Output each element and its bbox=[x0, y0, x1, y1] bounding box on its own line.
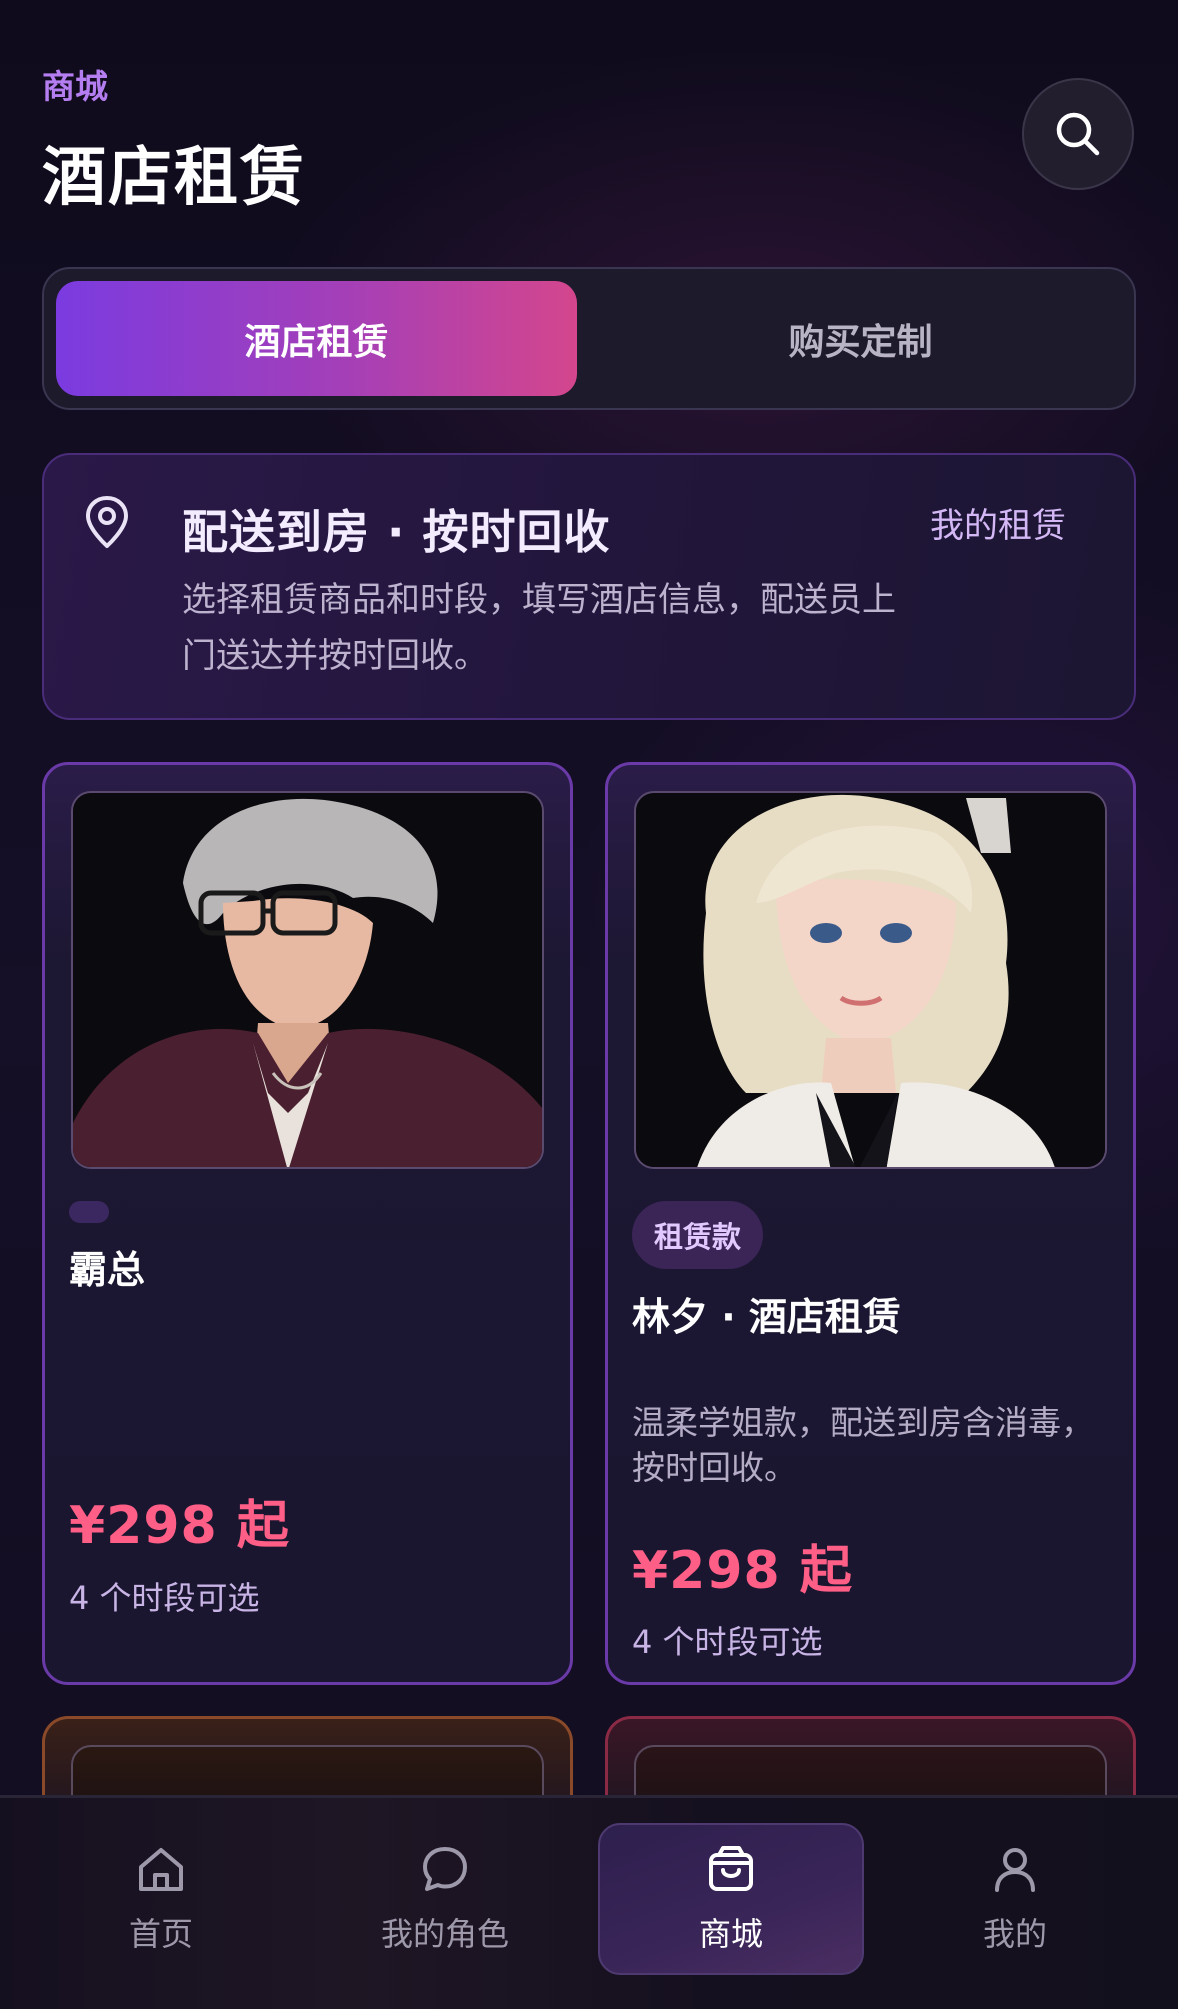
page-title: 酒店租赁 bbox=[42, 141, 306, 215]
search-icon bbox=[1056, 112, 1100, 156]
nav-label: 商城 bbox=[698, 1915, 763, 1953]
product-slots: 4 个时段可选 bbox=[69, 1579, 260, 1617]
user-icon bbox=[995, 1848, 1035, 1892]
chat-bubble-icon bbox=[423, 1847, 467, 1891]
tab-purchase-custom[interactable]: 购买定制 bbox=[600, 281, 1121, 396]
home-icon bbox=[139, 1848, 183, 1891]
nav-my-characters[interactable]: 我的角色 bbox=[312, 1823, 578, 1975]
product-description: 温柔学姐款，配送到房含消毒，按时回收。 bbox=[632, 1403, 1094, 1487]
search-button[interactable] bbox=[1022, 78, 1134, 190]
location-pin-icon bbox=[86, 496, 128, 548]
nav-label: 我的 bbox=[982, 1915, 1047, 1953]
product-name: 霸总 bbox=[69, 1248, 146, 1292]
product-slots: 4 个时段可选 bbox=[632, 1623, 823, 1661]
nav-shop[interactable]: 商城 bbox=[598, 1823, 864, 1975]
tab-hotel-rental[interactable]: 酒店租赁 bbox=[56, 281, 577, 396]
section-eyebrow: 商城 bbox=[42, 67, 108, 106]
product-badge: 租赁款 bbox=[632, 1201, 764, 1269]
product-badge bbox=[69, 1201, 109, 1223]
product-card[interactable]: 霸总 ¥298 起 4 个时段可选 bbox=[42, 762, 573, 1685]
nav-label: 首页 bbox=[128, 1915, 193, 1953]
product-price: ¥298 起 bbox=[632, 1541, 853, 1601]
product-price: ¥298 起 bbox=[69, 1496, 290, 1556]
banner-description: 选择租赁商品和时段，填写酒店信息，配送员上门送达并按时回收。 bbox=[182, 580, 896, 676]
shopping-bag-icon bbox=[709, 1846, 753, 1891]
nav-label: 我的角色 bbox=[380, 1915, 509, 1953]
product-card[interactable]: 租赁款 林夕 · 酒店租赁 温柔学姐款，配送到房含消毒，按时回收。 ¥298 起… bbox=[605, 762, 1136, 1685]
banner-title: 配送到房 · 按时回收 bbox=[182, 505, 611, 559]
product-image bbox=[71, 791, 544, 1169]
product-name: 林夕 · 酒店租赁 bbox=[632, 1295, 901, 1339]
product-image bbox=[634, 791, 1107, 1169]
nav-me[interactable]: 我的 bbox=[882, 1823, 1148, 1975]
nav-home[interactable]: 首页 bbox=[28, 1823, 294, 1975]
my-rentals-link[interactable]: 我的租赁 bbox=[930, 498, 1066, 547]
